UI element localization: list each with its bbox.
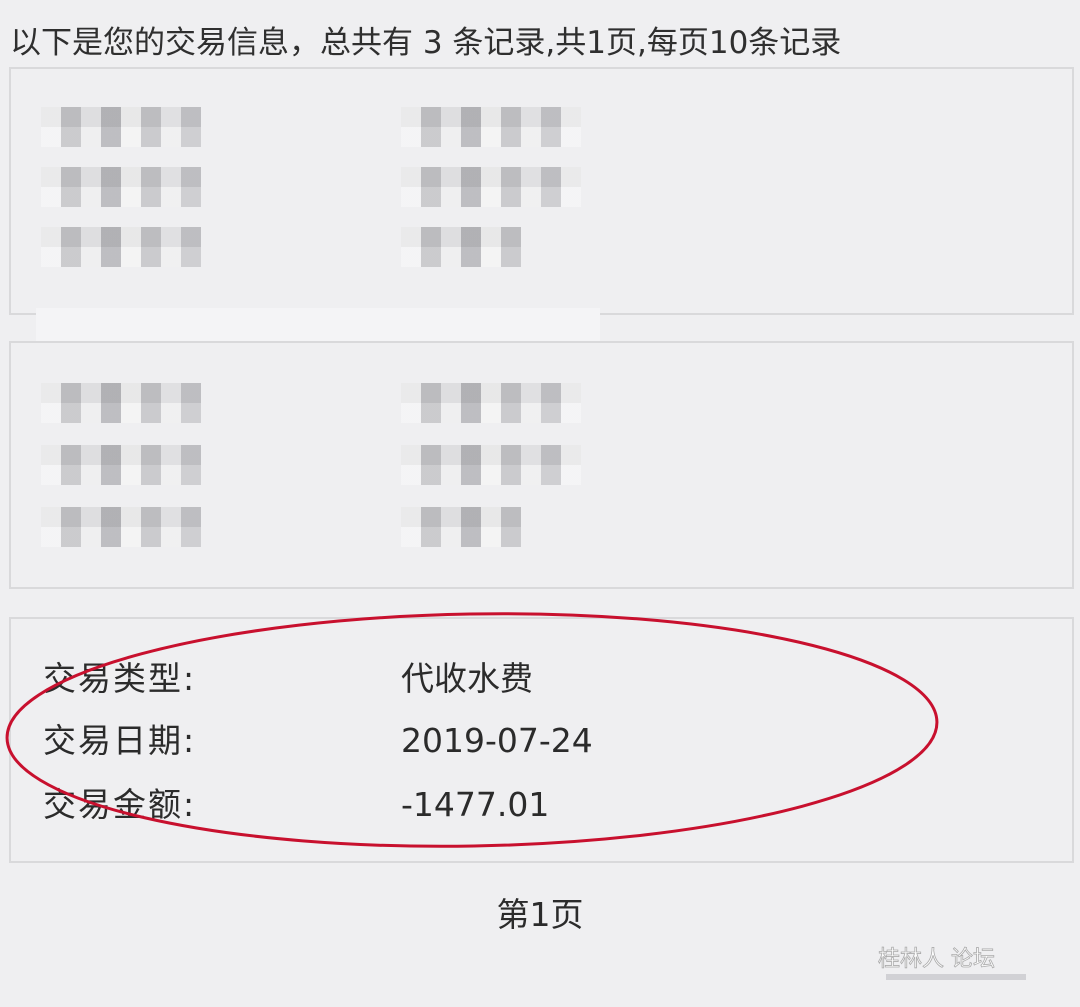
redacted-label: [41, 383, 201, 423]
record-summary-text: 以下是您的交易信息，总共有 3 条记录,共1页,每页10条记录: [10, 25, 842, 61]
redacted-value: [401, 383, 581, 423]
redacted-value: [401, 445, 581, 485]
redacted-label: [41, 507, 201, 547]
redacted-label: [41, 445, 201, 485]
transaction-record-card: 交易类型: 代收水费 交易日期: 2019-07-24 交易金额: -1477.…: [9, 617, 1074, 863]
transaction-amount-value: -1477.01: [401, 785, 550, 824]
redacted-value: [401, 107, 581, 147]
redacted-value: [401, 167, 581, 207]
redacted-label: [41, 167, 201, 207]
redacted-value: [401, 507, 521, 547]
pagination: 第1页: [0, 893, 1080, 937]
redacted-label: [41, 107, 201, 147]
forum-watermark: 桂林人 论坛: [878, 947, 1026, 980]
transaction-query-page: 以下是您的交易信息，总共有 3 条记录,共1页,每页10条记录 交易类型: 代收…: [0, 0, 1080, 1007]
transaction-type-value: 代收水费: [401, 659, 533, 698]
svg-text:桂林人 论坛: 桂林人 论坛: [878, 947, 995, 972]
transaction-date-label: 交易日期:: [43, 721, 197, 760]
transaction-record-card: [9, 67, 1074, 315]
transaction-type-label: 交易类型:: [43, 659, 197, 698]
transaction-record-card: [9, 341, 1074, 589]
redacted-label: [41, 227, 201, 267]
redacted-value: [401, 227, 521, 267]
redaction-strip: [36, 308, 600, 344]
transaction-amount-label: 交易金额:: [43, 785, 197, 824]
transaction-date-value: 2019-07-24: [401, 721, 593, 760]
current-page-link[interactable]: 第1页: [497, 895, 584, 934]
